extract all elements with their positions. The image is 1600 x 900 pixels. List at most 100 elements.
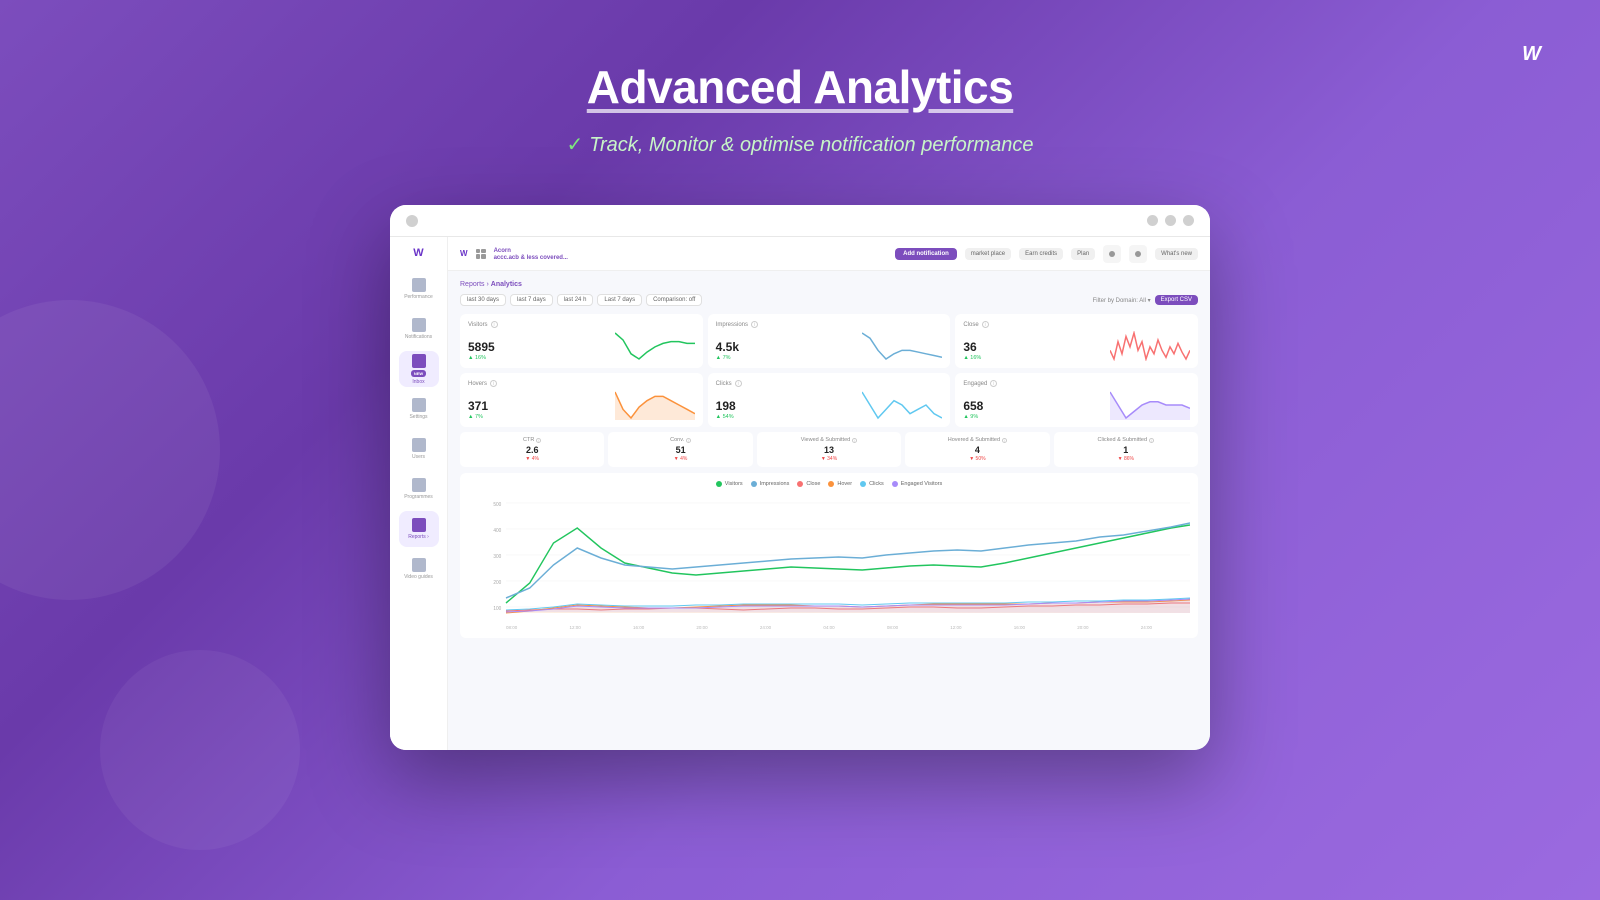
chrome-dot-2 [1165,215,1176,226]
metric-content-engaged: 658 ▲ 9% [963,390,1190,420]
market-place-button[interactable]: market place [965,248,1011,260]
svg-text:200: 200 [493,580,501,586]
metric-info-icon: i [491,321,498,328]
metric-header-clicks: Clicks i [716,380,943,387]
sidebar-item-settings[interactable]: Settings [399,391,439,427]
metric-header-engaged: Engaged i [963,380,1190,387]
legend-item-hover: Hover [828,481,852,487]
metric-change-close: ▲ 16% [963,355,981,361]
mini-chart-clicks [862,390,942,420]
mini-chart-visitors [615,331,695,361]
mini-chart-impressions [862,331,942,361]
stat-info-icon: i [852,438,857,443]
stat-card-hovered-&-submitted: Hovered & Submitted i 4 ▼ 50% [905,432,1049,467]
metric-card-visitors: Visitors i 5895 ▲ 16% [460,314,703,368]
metric-title-hovers: Hovers [468,381,487,387]
x-axis-labels: 08:00 12:00 16:00 20:00 24:00 04:00 08:0… [468,623,1190,630]
nav-logo: W [460,249,468,258]
filter-chip-7days[interactable]: last 7 days [510,294,553,306]
metric-info-icon: i [490,380,497,387]
metric-values-close: 36 ▲ 16% [963,340,981,361]
sidebar-label-video-guides: Video guides [404,574,433,580]
plan-button[interactable]: Plan [1071,248,1095,260]
metric-card-close: Close i 36 ▲ 16% [955,314,1198,368]
sidebar-item-users[interactable]: Users [399,431,439,467]
metric-value-hovers: 371 [468,399,488,413]
metric-values-hovers: 371 ▲ 7% [468,399,488,420]
metric-value-visitors: 5895 [468,340,495,354]
bg-decoration-left [0,300,220,600]
metric-values-impressions: 4.5k ▲ 7% [716,340,739,361]
earn-credits-button[interactable]: Earn credits [1019,248,1063,260]
sidebar-item-programmes[interactable]: Programmes [399,471,439,507]
metric-content-clicks: 198 ▲ 54% [716,390,943,420]
search-button[interactable] [1103,245,1121,263]
legend-label: Close [806,481,820,487]
metric-content-visitors: 5895 ▲ 16% [468,331,695,361]
stat-change: ▼ 4% [615,456,745,462]
top-nav: W Acorn accc.acb & less covered... Add n… [448,237,1210,271]
bell-icon [1135,251,1141,257]
chrome-dot-left [406,215,418,227]
legend-item-close: Close [797,481,820,487]
sidebar-item-video-guides[interactable]: Video guides [399,551,439,587]
metric-content-hovers: 371 ▲ 7% [468,390,695,420]
reports-icon [412,518,426,532]
legend-item-visitors: Visitors [716,481,743,487]
mini-chart-engaged [1110,390,1190,420]
stat-value: 13 [764,445,894,455]
filter-chip-24h[interactable]: last 24 h [557,294,594,306]
filter-chip-7days-2[interactable]: Last 7 days [597,294,642,306]
sidebar-label-inbox: Inbox [412,379,424,385]
stat-info-icon: i [686,438,691,443]
grid-dot-2 [481,249,486,254]
add-notification-button[interactable]: Add notification [895,248,957,260]
legend-label: Hover [837,481,852,487]
grid-dot-4 [481,254,486,259]
metric-content-impressions: 4.5k ▲ 7% [716,331,943,361]
whats-new-button[interactable]: What's new [1155,248,1198,260]
breadcrumb: Reports › Analytics [460,281,1198,288]
chrome-dot-3 [1183,215,1194,226]
nav-org-name: Acorn accc.acb & less covered... [494,247,568,261]
metric-title-engaged: Engaged [963,381,987,387]
sidebar-label-reports: Reports › [408,534,429,540]
metric-info-icon: i [990,380,997,387]
metric-title-clicks: Clicks [716,381,732,387]
stat-info-icon: i [1149,438,1154,443]
sidebar-logo: W [413,247,423,259]
metric-change-hovers: ▲ 7% [468,414,488,420]
metric-info-icon: i [751,321,758,328]
metric-info-icon: i [735,380,742,387]
video-icon [412,558,426,572]
stat-title: Hovered & Submitted i [912,437,1042,443]
stat-card-viewed-&-submitted: Viewed & Submitted i 13 ▼ 34% [757,432,901,467]
filter-chip-comparison[interactable]: Comparison: off [646,294,702,306]
sidebar-item-notifications[interactable]: Notifications [399,311,439,347]
notification-bell-button[interactable] [1129,245,1147,263]
filter-bar: last 30 days last 7 days last 24 h Last … [460,294,1198,306]
stat-change: ▼ 86% [1061,456,1191,462]
grid-dot-1 [476,249,481,254]
metrics-grid: Visitors i 5895 ▲ 16% Impressions i [460,314,1198,427]
metric-card-clicks: Clicks i 198 ▲ 54% [708,373,951,427]
metric-info-icon: i [982,321,989,328]
sidebar-item-performance[interactable]: Performance [399,271,439,307]
sidebar-item-reports[interactable]: Reports › [399,511,439,547]
stat-change: ▼ 4% [467,456,597,462]
metric-change-impressions: ▲ 7% [716,355,739,361]
stats-row: CTR i 2.6 ▼ 4% Conv. i 51 ▼ 4% Viewed & … [460,432,1198,467]
browser-window: W Performance Notifications NEW Inbox Se… [390,205,1210,750]
filter-chip-30days[interactable]: last 30 days [460,294,506,306]
chart-svg: 500 400 300 200 100 [468,493,1190,623]
sidebar-item-inbox[interactable]: NEW Inbox [399,351,439,387]
settings-icon [412,398,426,412]
search-icon [1109,251,1115,257]
stat-change: ▼ 34% [764,456,894,462]
page-title: Advanced Analytics [0,60,1600,114]
metric-value-impressions: 4.5k [716,340,739,354]
check-icon: ✓ [566,134,583,156]
metric-values-visitors: 5895 ▲ 16% [468,340,495,361]
export-csv-button[interactable]: Export CSV [1155,295,1198,305]
stat-card-ctr: CTR i 2.6 ▼ 4% [460,432,604,467]
